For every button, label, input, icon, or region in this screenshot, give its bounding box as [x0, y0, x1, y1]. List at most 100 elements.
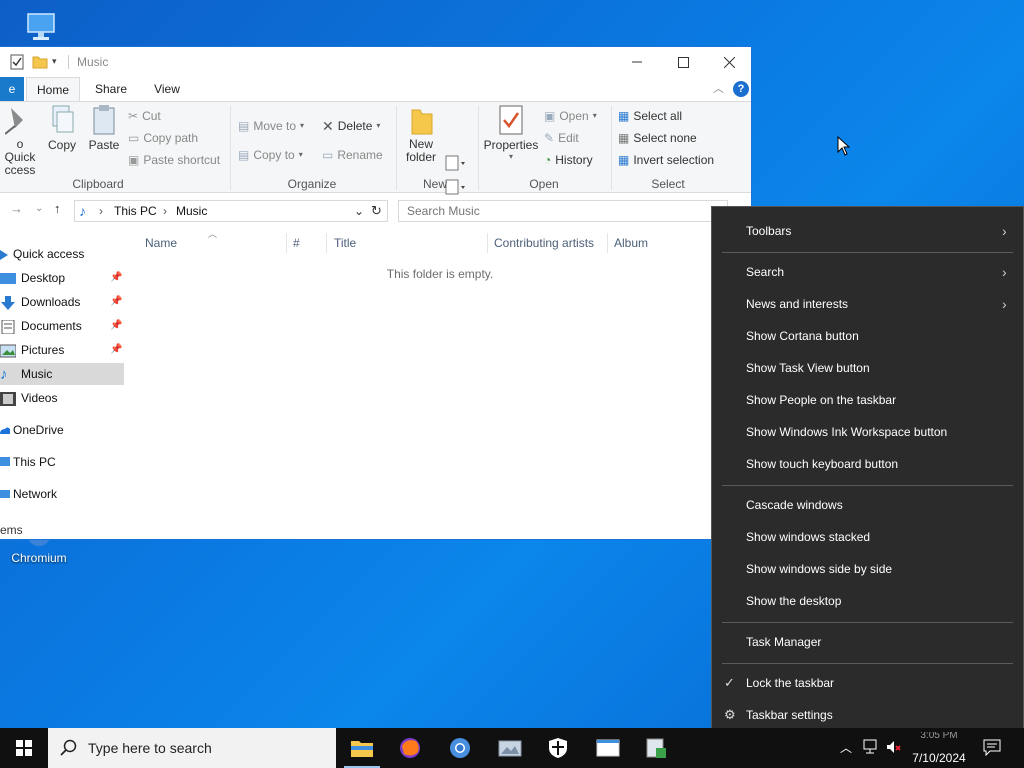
menu-item-news-and-interests[interactable]: News and interests › — [712, 288, 1023, 320]
menu-separator — [722, 622, 1013, 623]
menu-item-show-task-view-button[interactable]: Show Task View button — [712, 352, 1023, 384]
menu-item-task-manager[interactable]: Task Manager — [712, 626, 1023, 658]
nav-music[interactable]: ♪ Music — [0, 363, 124, 385]
search-box[interactable] — [398, 200, 728, 222]
address-box[interactable]: ♪ › This PC › Music ⌄ ↻ — [74, 200, 388, 222]
column-separator[interactable] — [286, 233, 287, 253]
new-item-button[interactable] — [444, 154, 468, 175]
menu-item-show-touch-keyboard[interactable]: Show touch keyboard button — [712, 448, 1023, 480]
ribbon-separator — [396, 106, 397, 190]
network-status-icon[interactable] — [862, 738, 880, 759]
column-separator[interactable] — [326, 233, 327, 253]
menu-item-label: Show People on the taskbar — [746, 393, 897, 407]
nav-label: Pictures — [21, 343, 65, 357]
taskbar-clock[interactable]: 3:05 PM 7/10/2024 — [904, 732, 974, 766]
tab-share[interactable]: Share — [86, 77, 136, 101]
breadcrumb-music[interactable]: Music — [176, 204, 207, 218]
taskbar-search-box[interactable]: Type here to search — [48, 728, 336, 768]
menu-item-lock-the-taskbar[interactable]: ✓ Lock the taskbar — [712, 667, 1023, 699]
menu-item-toolbars[interactable]: Toolbars › — [712, 215, 1023, 247]
desktop-icon-this-pc[interactable] — [24, 10, 60, 49]
column-separator[interactable] — [607, 233, 608, 253]
menu-item-cascade-windows[interactable]: Cascade windows — [712, 489, 1023, 521]
nav-documents[interactable]: Documents 📌 — [0, 315, 124, 337]
volume-muted-icon[interactable] — [885, 738, 903, 759]
tab-file[interactable]: e — [0, 77, 24, 101]
menu-item-show-cortana-button[interactable]: Show Cortana button — [712, 320, 1023, 352]
nav-network[interactable]: Network — [0, 483, 124, 505]
properties-button[interactable]: Properties ▾ — [482, 104, 540, 161]
copy-path-button[interactable]: ▭ Copy path — [128, 128, 198, 148]
up-arrow-icon[interactable]: ↑ — [54, 201, 61, 216]
delete-button[interactable]: ✕ Delete ▾ — [322, 116, 380, 136]
monitor-icon — [27, 13, 55, 40]
history-button[interactable]: ◔ History — [544, 150, 593, 170]
menu-item-show-windows-stacked[interactable]: Show windows stacked — [712, 521, 1023, 553]
notifications-icon[interactable] — [983, 738, 1001, 759]
forward-arrow-icon[interactable]: → — [10, 201, 23, 216]
new-folder-button[interactable]: New folder — [402, 104, 440, 164]
taskbar-app-window[interactable] — [584, 728, 632, 768]
nav-quick-access[interactable]: Quick access — [0, 243, 124, 265]
copy-to-button[interactable]: ▤ Copy to ▾ — [238, 145, 303, 165]
taskbar-app-firefox[interactable] — [386, 728, 434, 768]
nav-videos[interactable]: Videos — [0, 387, 124, 409]
help-icon[interactable]: ? — [733, 81, 749, 97]
taskbar-app-photos[interactable] — [486, 728, 534, 768]
rename-button[interactable]: ▭ Rename — [322, 145, 383, 165]
menu-item-show-the-desktop[interactable]: Show the desktop — [712, 585, 1023, 617]
recent-locations-icon[interactable]: ⌄ — [35, 203, 43, 214]
chromium-icon — [450, 738, 470, 758]
address-dropdown-icon[interactable]: ⌄ — [354, 204, 364, 218]
column-header-contributing-artists[interactable]: Contributing artists — [494, 233, 594, 253]
column-header-title[interactable]: Title — [334, 233, 356, 253]
tab-home[interactable]: Home — [26, 77, 80, 101]
quick-access-dropdown-icon[interactable]: ▾ — [52, 56, 57, 67]
tab-view[interactable]: View — [144, 77, 190, 101]
select-none-button[interactable]: ▦ Select none — [618, 128, 697, 148]
invert-selection-button[interactable]: ▦ Invert selection — [618, 150, 714, 170]
menu-item-show-windows-side-by-side[interactable]: Show windows side by side — [712, 553, 1023, 585]
taskbar-app-file-explorer[interactable] — [338, 728, 386, 768]
copy-button[interactable]: Copy — [44, 104, 80, 152]
column-separator[interactable] — [487, 233, 488, 253]
chevron-right-icon: › — [1002, 223, 1007, 239]
properties-quick-icon[interactable] — [10, 54, 24, 73]
nav-onedrive[interactable]: OneDrive — [0, 419, 124, 441]
folder-quick-icon[interactable] — [32, 54, 48, 73]
open-button[interactable]: ▣ Open ▾ — [544, 106, 597, 126]
column-header-name[interactable]: Name — [145, 233, 177, 253]
start-button[interactable] — [0, 728, 48, 768]
move-to-button[interactable]: ▤ Move to ▾ — [238, 116, 304, 136]
nav-pictures[interactable]: Pictures 📌 — [0, 339, 124, 361]
cut-button[interactable]: ✂ Cut — [128, 106, 161, 126]
menu-item-search[interactable]: Search › — [712, 256, 1023, 288]
pin-to-quick-access-button[interactable]: o Quick ccess — [0, 104, 40, 177]
edit-button[interactable]: ✎ Edit — [544, 128, 579, 148]
breadcrumb-this-pc[interactable]: This PC — [114, 204, 157, 218]
nav-this-pc[interactable]: This PC — [0, 451, 124, 473]
paste-shortcut-button[interactable]: ▣ Paste shortcut — [128, 150, 220, 170]
pictures-icon — [0, 343, 17, 365]
paste-button[interactable]: Paste — [86, 104, 122, 152]
refresh-icon[interactable]: ↻ — [371, 203, 382, 219]
empty-folder-message: This folder is empty. — [386, 267, 494, 281]
maximize-button[interactable] — [660, 47, 706, 77]
taskbar-app-other[interactable] — [632, 728, 680, 768]
taskbar-app-chromium[interactable] — [436, 728, 484, 768]
column-header-album[interactable]: Album — [614, 233, 648, 253]
collapse-ribbon-icon[interactable]: ︿ — [713, 80, 724, 96]
minimize-button[interactable] — [614, 47, 660, 77]
new-folder-icon — [411, 109, 433, 135]
column-header-number[interactable]: # — [293, 233, 300, 253]
search-input[interactable] — [407, 201, 707, 221]
menu-item-show-people[interactable]: Show People on the taskbar — [712, 384, 1023, 416]
taskbar-app-security[interactable] — [534, 728, 582, 768]
menu-item-show-windows-ink[interactable]: Show Windows Ink Workspace button — [712, 416, 1023, 448]
select-all-button[interactable]: ▦ Select all — [618, 106, 682, 126]
menu-item-taskbar-settings[interactable]: ⚙ Taskbar settings — [712, 699, 1023, 731]
nav-downloads[interactable]: Downloads 📌 — [0, 291, 124, 313]
show-hidden-icons-chevron-icon[interactable]: ︿ — [840, 739, 852, 756]
close-button[interactable] — [706, 47, 751, 77]
nav-desktop[interactable]: Desktop 📌 — [0, 267, 124, 289]
